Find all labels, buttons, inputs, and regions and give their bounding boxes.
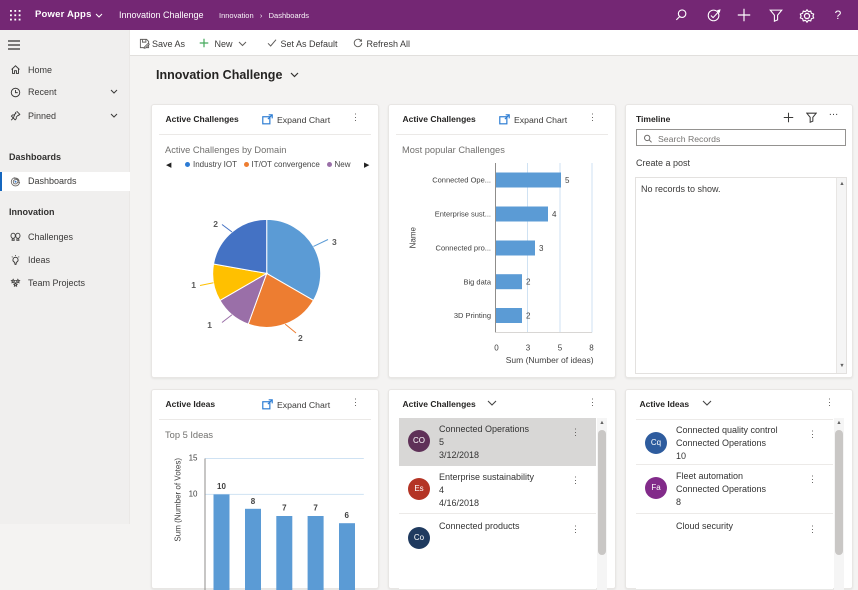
svg-text:0: 0: [494, 344, 499, 353]
svg-text:Connected Ope...: Connected Ope...: [432, 176, 491, 185]
svg-text:10: 10: [189, 489, 198, 498]
svg-text:2: 2: [298, 333, 303, 343]
svg-text:Sum (Number of ideas): Sum (Number of ideas): [506, 355, 594, 365]
svg-text:3: 3: [332, 237, 337, 247]
svg-text:3D Printing: 3D Printing: [454, 311, 491, 320]
svg-text:Enterprise sust...: Enterprise sust...: [435, 210, 491, 219]
svg-text:Name: Name: [409, 226, 418, 248]
svg-text:15: 15: [189, 453, 198, 462]
svg-text:10: 10: [217, 482, 226, 491]
svg-text:2: 2: [213, 219, 218, 229]
svg-text:1: 1: [207, 320, 212, 330]
svg-text:?: ?: [835, 8, 842, 22]
svg-text:2: 2: [526, 312, 531, 321]
svg-text:Connected pro...: Connected pro...: [436, 244, 491, 253]
svg-text:Big data: Big data: [463, 277, 491, 286]
svg-text:5: 5: [565, 176, 570, 185]
svg-text:8: 8: [251, 497, 256, 506]
svg-text:Sum (Number of Votes): Sum (Number of Votes): [174, 458, 183, 542]
svg-text:7: 7: [282, 503, 287, 512]
svg-text:8: 8: [589, 344, 594, 353]
svg-text:5: 5: [558, 344, 563, 353]
svg-text:4: 4: [552, 210, 557, 219]
svg-text:2: 2: [526, 278, 531, 287]
svg-text:7: 7: [313, 503, 318, 512]
svg-text:3: 3: [526, 344, 531, 353]
svg-text:3: 3: [539, 244, 544, 253]
svg-text:1: 1: [191, 280, 196, 290]
svg-text:6: 6: [344, 511, 349, 520]
